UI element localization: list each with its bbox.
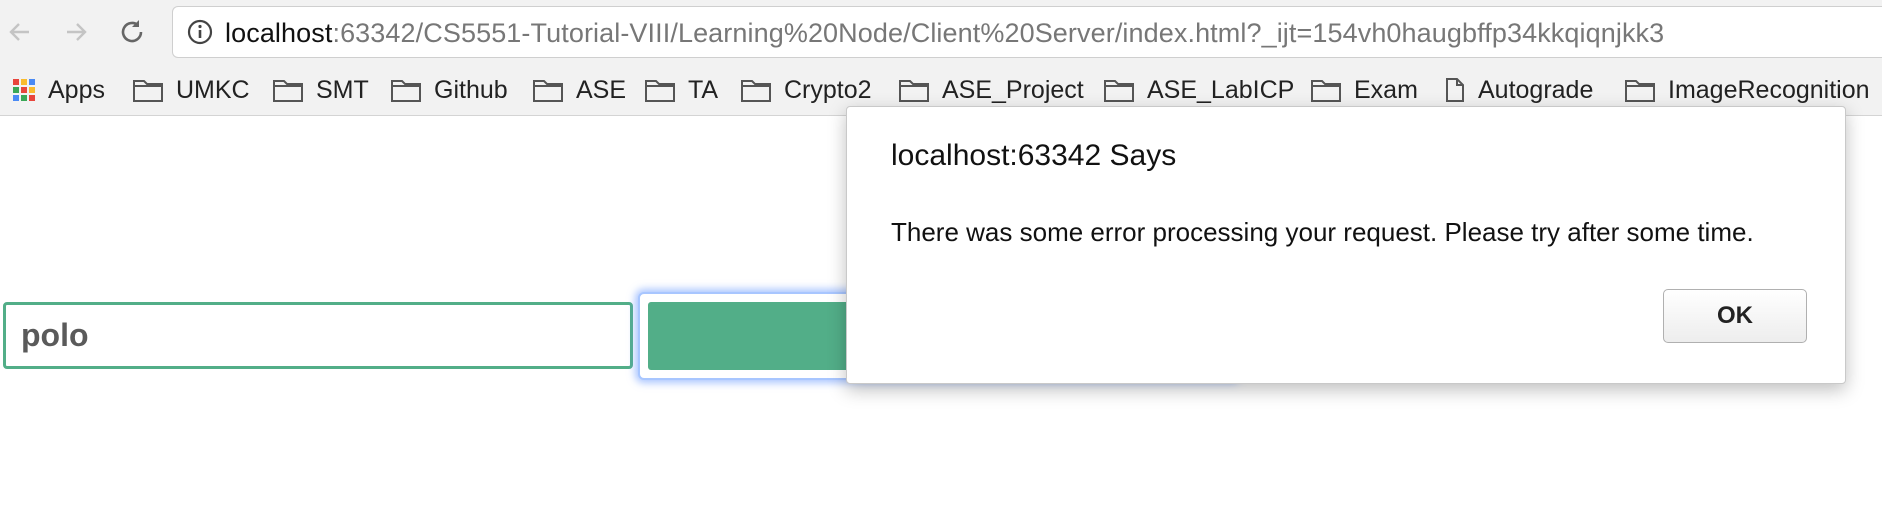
alert-dialog: localhost:63342 Says There was some erro… [846,106,1846,384]
ok-button[interactable]: OK [1663,289,1807,343]
bookmark-label: Autograde [1478,75,1594,104]
bookmark-umkc[interactable]: UMKC [132,74,250,106]
folder-icon [533,80,563,102]
reload-button[interactable] [112,10,152,54]
back-button[interactable] [0,10,40,54]
bookmark-ta[interactable]: TA [644,74,718,106]
bookmark-label: ASE [576,75,627,104]
search-input-value: polo [21,317,89,353]
page-icon [1446,78,1464,102]
bookmark-ase[interactable]: ASE [532,74,626,106]
bookmark-label: UMKC [176,75,250,104]
url-path: :63342/CS5551-Tutorial-VIII/Learning%20N… [332,18,1665,48]
address-bar[interactable]: localhost:63342/CS5551-Tutorial-VIII/Lea… [172,6,1882,58]
bookmark-crypto2[interactable]: Crypto2 [740,74,872,106]
folder-icon [391,80,421,102]
search-input[interactable]: polo [3,302,633,369]
forward-button[interactable] [56,10,96,54]
bookmark-label: Crypto2 [784,75,872,104]
dialog-title: localhost:63342 Says [891,139,1177,172]
url-text: localhost:63342/CS5551-Tutorial-VIII/Lea… [225,18,1664,48]
bookmark-ase-project[interactable]: ASE_Project [898,74,1084,106]
folder-icon [1311,80,1341,102]
apps-grid-icon [13,79,35,101]
url-host: localhost [225,18,333,48]
bookmark-label: ImageRecognition [1668,75,1870,104]
bookmark-imagerecognition[interactable]: ImageRecognition [1624,74,1870,106]
bookmark-label: SMT [316,75,369,104]
bookmark-ase-labicp[interactable]: ASE_LabICP [1103,74,1294,106]
bookmark-label: Apps [48,75,105,104]
reload-icon [121,20,143,43]
bookmark-apps[interactable]: Apps [12,74,105,106]
folder-icon [273,80,303,102]
browser-toolbar: localhost:63342/CS5551-Tutorial-VIII/Lea… [0,0,1882,66]
bookmark-label: ASE_LabICP [1147,75,1295,104]
bookmark-autograde[interactable]: Autograde [1444,74,1593,106]
folder-icon [899,80,929,102]
info-icon[interactable] [187,19,213,45]
folder-icon [1625,80,1655,102]
folder-icon [133,80,163,102]
bookmark-label: Github [434,75,508,104]
back-arrow-icon [9,23,29,41]
bookmark-label: ASE_Project [942,75,1084,104]
folder-icon [645,80,675,102]
forward-arrow-icon [67,23,87,41]
bookmark-smt[interactable]: SMT [272,74,369,106]
bookmark-exam[interactable]: Exam [1310,74,1418,106]
folder-icon [1104,80,1134,102]
folder-icon [741,80,771,102]
bookmark-github[interactable]: Github [390,74,508,106]
dialog-message: There was some error processing your req… [891,217,1754,247]
bookmark-label: Exam [1354,75,1418,104]
bookmark-label: TA [688,75,719,104]
